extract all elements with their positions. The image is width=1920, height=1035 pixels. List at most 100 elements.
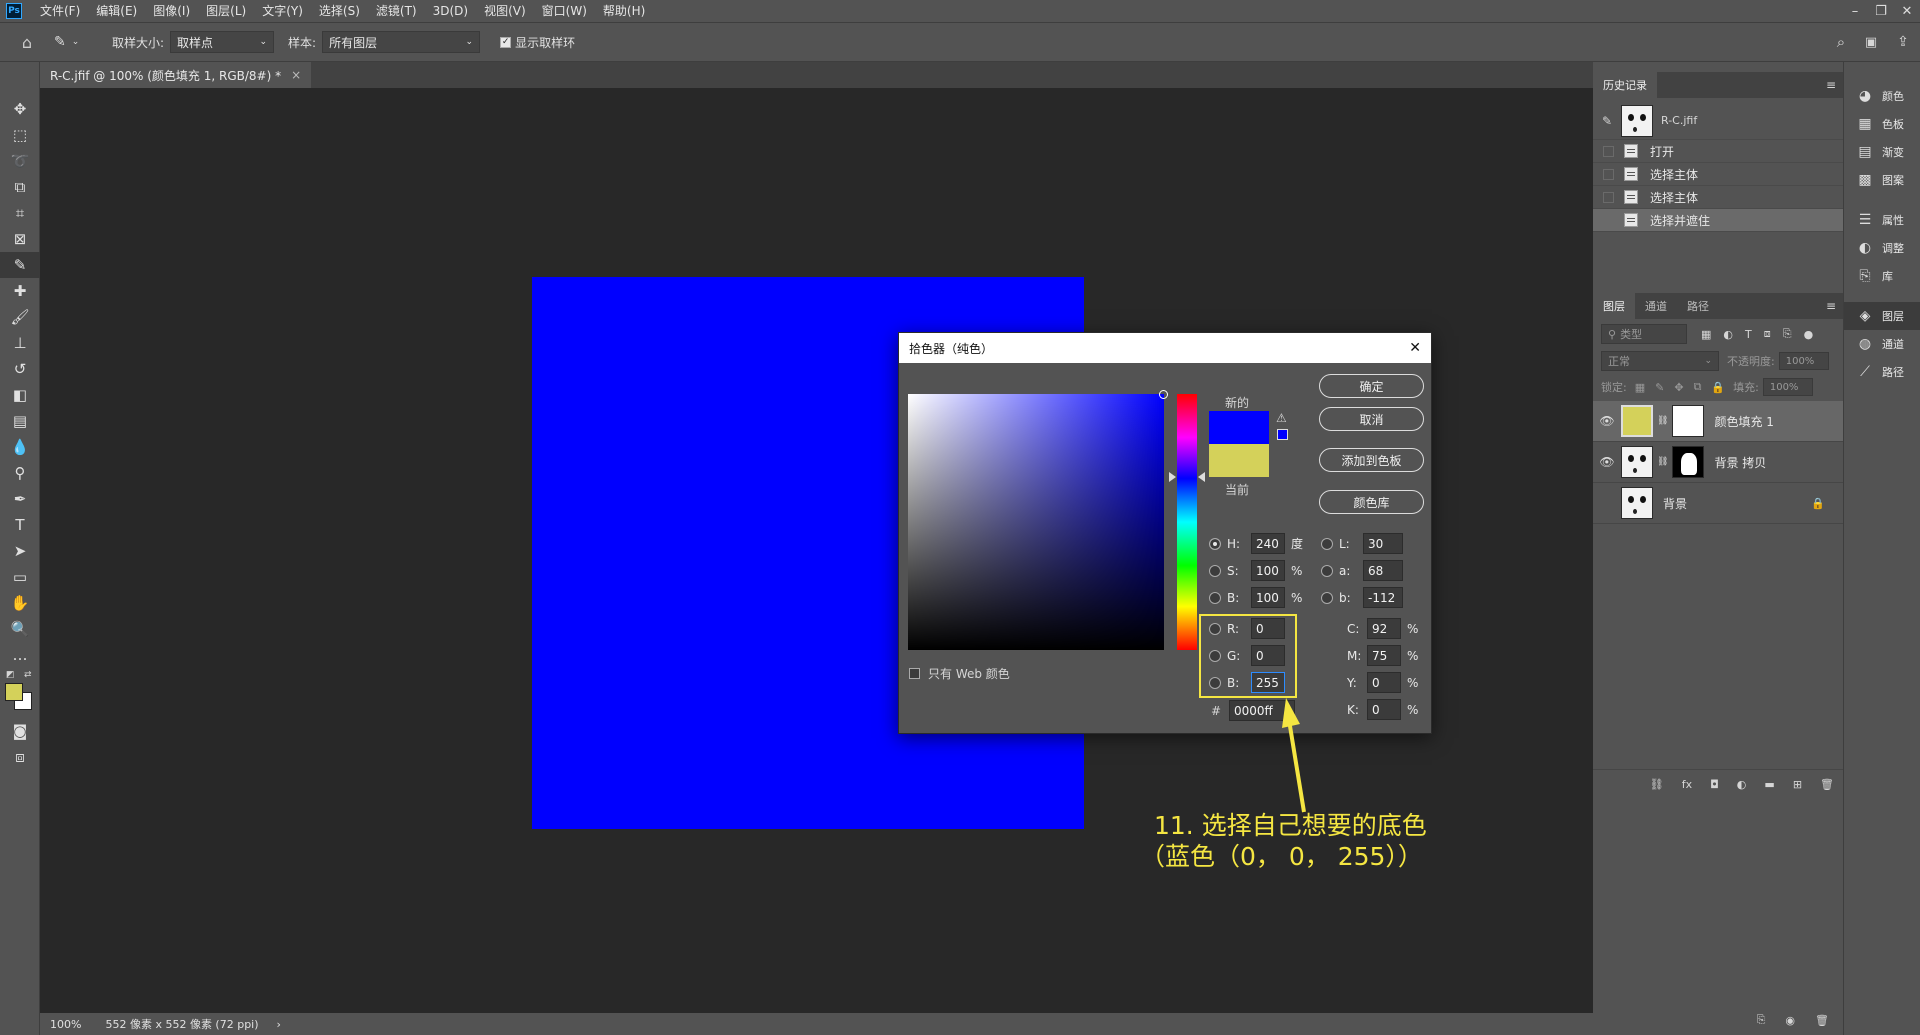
magenta-input[interactable]: 75 [1367,645,1401,666]
side-panel-swatches[interactable]: ▦ 色板 [1844,110,1920,138]
menu-type[interactable]: 文字(Y) [254,0,311,22]
lab-b-radio[interactable] [1321,591,1333,604]
filter-toggle-icon[interactable]: ● [1804,328,1814,341]
layer-row[interactable]: 👁 背景 🔒 [1593,483,1843,524]
quick-mask-icon[interactable]: ◙ [0,718,40,744]
menu-file[interactable]: 文件(F) [32,0,88,22]
share-icon[interactable]: ⇪ [1886,34,1920,50]
web-safe-cube-icon[interactable] [1277,429,1288,440]
side-panel-libraries[interactable]: ⎘ 库 [1844,262,1920,290]
history-snapshot[interactable]: ✎ R-C.jfif [1593,102,1843,140]
side-panel-patterns[interactable]: ▩ 图案 [1844,166,1920,194]
panel-menu-icon[interactable]: ≡ [1819,299,1843,313]
move-tool-icon[interactable]: ✥ [0,96,40,122]
lock-position-icon[interactable]: ✥ [1674,381,1683,394]
hue-slider[interactable] [1177,394,1197,650]
lab-b-input[interactable]: -112 [1363,587,1403,608]
warning-icon[interactable]: ⚠ [1276,411,1287,425]
ok-button[interactable]: 确定 [1319,374,1424,398]
fill-field[interactable]: 100% [1762,378,1813,396]
document-tab[interactable]: R-C.jfif @ 100% (颜色填充 1, RGB/8#) * × [40,62,312,88]
brightness-input[interactable]: 100 [1251,587,1285,608]
menu-help[interactable]: 帮助(H) [595,0,653,22]
lock-artboard-icon[interactable]: ⧉ [1694,380,1702,394]
side-panel-channels[interactable]: ◍ 通道 [1844,330,1920,358]
swap-colors-icon[interactable]: ⇄ [24,670,32,680]
restore-icon[interactable]: ❐ [1868,0,1894,22]
history-brush-tool-icon[interactable]: ↺ [0,356,40,382]
new-snapshot-doc-icon[interactable]: ⎘ [1757,1013,1766,1027]
current-color-swatch[interactable] [1209,444,1269,477]
lock-transparent-icon[interactable]: ▦ [1635,381,1645,394]
eye-icon[interactable]: 👁 [1593,455,1621,469]
home-icon[interactable]: ⌂ [0,33,54,52]
tab-paths[interactable]: 路径 [1677,293,1719,319]
rectangle-tool-icon[interactable]: ▭ [0,564,40,590]
filter-pixel-icon[interactable]: ▦ [1701,328,1711,341]
side-panel-properties[interactable]: ☰ 属性 [1844,206,1920,234]
tab-layers[interactable]: 图层 [1593,293,1635,319]
menu-3d[interactable]: 3D(D) [425,0,476,22]
show-ring-checkbox[interactable]: ✓ [500,36,512,48]
eyedropper-preset-icon[interactable]: ✎ ⌄ [54,34,98,50]
color-marker[interactable] [1159,390,1168,399]
eye-icon[interactable]: 👁 [1593,414,1621,428]
lab-l-radio[interactable] [1321,537,1333,550]
saturation-brightness-field[interactable] [908,390,1168,650]
web-colors-toggle[interactable]: 只有 Web 颜色 [909,665,1010,682]
workspace-icon[interactable]: ▣ [1856,35,1886,50]
cancel-button[interactable]: 取消 [1319,407,1424,431]
menu-layer[interactable]: 图层(L) [198,0,254,22]
lab-l-input[interactable]: 30 [1363,533,1403,554]
blur-tool-icon[interactable]: 💧 [0,434,40,460]
lab-a-radio[interactable] [1321,564,1333,577]
layer-filter-select[interactable]: ⚲ 类型 [1601,324,1687,344]
close-window-icon[interactable]: ✕ [1894,0,1920,22]
show-ring-toggle[interactable]: ✓ 显示取样环 [500,34,581,51]
side-panel-layers[interactable]: ◈ 图层 [1844,302,1920,330]
web-colors-checkbox[interactable] [909,668,920,679]
brush-tool-icon[interactable]: 🖌 [0,304,40,330]
hue-input[interactable]: 240 [1251,533,1285,554]
menu-filter[interactable]: 滤镜(T) [368,0,425,22]
menu-view[interactable]: 视图(V) [476,0,534,22]
history-step[interactable]: 打开 [1593,140,1843,163]
panel-menu-icon[interactable]: ≡ [1819,78,1843,92]
delete-layer-icon[interactable]: 🗑 [1820,778,1834,791]
trash-icon[interactable]: 🗑 [1815,1014,1829,1027]
close-tab-icon[interactable]: × [291,68,301,82]
lock-pixels-icon[interactable]: ✎ [1655,381,1664,394]
yellow-input[interactable]: 0 [1367,672,1401,693]
more-tools-icon[interactable]: … [0,642,40,668]
history-step-selected[interactable]: 选择并遮住 [1593,209,1843,232]
brightness-radio[interactable] [1209,591,1221,604]
crop-tool-icon[interactable]: ⌗ [0,200,40,226]
add-to-swatches-button[interactable]: 添加到色板 [1319,448,1424,472]
fill-layer-thumbnail[interactable] [1621,405,1653,437]
side-panel-gradients[interactable]: ▤ 渐变 [1844,138,1920,166]
path-select-tool-icon[interactable]: ➤ [0,538,40,564]
opacity-field[interactable]: 100% [1778,352,1829,370]
hue-pointer-right-icon[interactable] [1198,472,1205,482]
hand-tool-icon[interactable]: ✋ [0,590,40,616]
menu-image[interactable]: 图像(I) [145,0,198,22]
gradient-tool-icon[interactable]: ▤ [0,408,40,434]
tab-channels[interactable]: 通道 [1635,293,1677,319]
camera-icon[interactable]: ◉ [1785,1014,1795,1027]
layer-style-icon[interactable]: fx [1682,778,1692,791]
side-panel-paths[interactable]: ⟋ 路径 [1844,358,1920,386]
pen-tool-icon[interactable]: ✒ [0,486,40,512]
layer-row[interactable]: 👁 ⛓ 背景 拷贝 [1593,442,1843,483]
filter-shape-icon[interactable]: ⧈ [1764,327,1771,341]
lock-all-icon[interactable]: 🔒 [1711,381,1725,394]
new-group-icon[interactable]: ▬ [1764,778,1774,791]
cyan-input[interactable]: 92 [1367,618,1401,639]
menu-select[interactable]: 选择(S) [311,0,368,22]
layer-mask-thumbnail[interactable] [1672,446,1705,478]
eraser-tool-icon[interactable]: ◧ [0,382,40,408]
history-step[interactable]: 选择主体 [1593,186,1843,209]
layer-row[interactable]: 👁 ⛓ 颜色填充 1 [1593,401,1843,442]
filter-smart-icon[interactable]: ⎘ [1783,327,1792,341]
hue-pointer-left-icon[interactable] [1169,472,1176,482]
hue-radio[interactable] [1209,537,1221,550]
